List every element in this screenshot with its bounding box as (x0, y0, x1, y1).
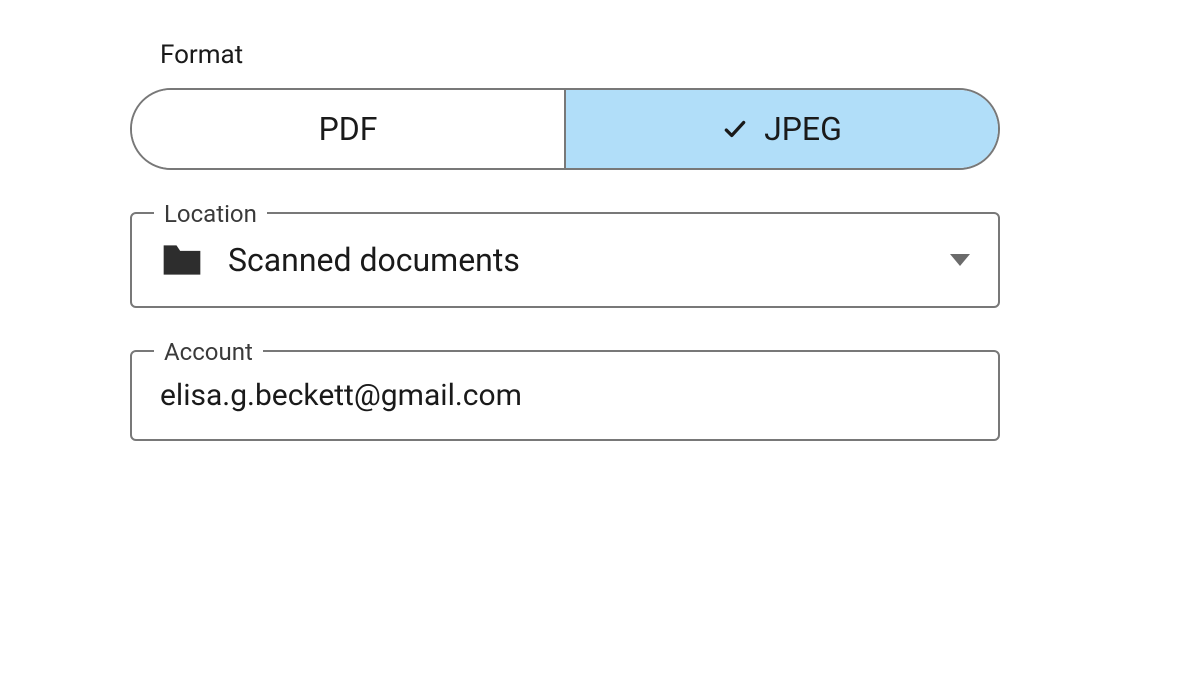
account-legend: Account (154, 338, 263, 366)
format-option-jpeg-label: JPEG (764, 110, 842, 148)
format-option-jpeg[interactable]: JPEG (566, 90, 998, 168)
folder-icon (160, 240, 204, 280)
location-field: Location Scanned documents (130, 212, 1000, 308)
format-segmented-control: PDF JPEG (130, 88, 1000, 170)
account-field: Account elisa.g.beckett@gmail.com (130, 350, 1000, 441)
location-legend: Location (154, 200, 267, 228)
format-option-pdf[interactable]: PDF (132, 90, 564, 168)
location-dropdown[interactable]: Scanned documents (160, 240, 970, 280)
location-value: Scanned documents (228, 241, 926, 279)
format-option-pdf-label: PDF (319, 110, 378, 148)
account-value: elisa.g.beckett@gmail.com (160, 378, 970, 413)
chevron-down-icon (950, 253, 970, 267)
format-label: Format (160, 40, 1080, 70)
check-icon (722, 116, 748, 142)
